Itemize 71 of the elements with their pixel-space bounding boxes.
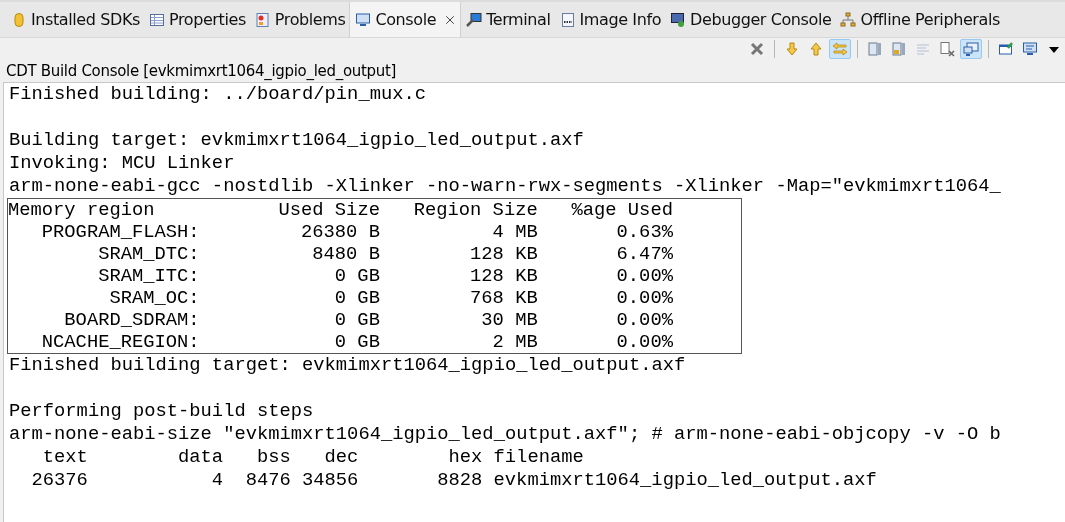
console-line: arm-none-eabi-gcc -nostdlib -Xlinker -no-warn-rwx-segments -Xlinker -Map="evkmimxrt1064_ xyxy=(9,175,1002,198)
table-cell-text: 0 GB xyxy=(333,265,380,287)
table-cell-text: BOARD_SDRAM: xyxy=(63,309,200,331)
table-cell-text: 8828 xyxy=(436,469,483,492)
console-line: Finished building target: evkmimxrt1064_igpio_led_output.axf xyxy=(9,354,687,377)
column-header: hex xyxy=(447,446,483,469)
column-header: filename xyxy=(493,446,584,469)
close-icon[interactable] xyxy=(444,13,457,26)
table-cell-text: 0 GB xyxy=(333,287,380,309)
monitor-icon xyxy=(1022,41,1038,57)
table-cell-text: 8476 xyxy=(244,469,291,492)
table-cell-text: 128 KB xyxy=(469,265,538,287)
table-cell-text: 0.00% xyxy=(615,309,673,331)
console-icon xyxy=(963,41,979,57)
table-cell-text: 26380 B xyxy=(300,221,380,243)
column-header: text xyxy=(41,446,88,469)
table-cell: evkmimxrt1064_igpio_led_output.axf xyxy=(493,469,877,492)
table-cell-text: 4 xyxy=(210,469,224,492)
column-header: bss xyxy=(255,446,291,469)
table-cell-text: PROGRAM_FLASH: xyxy=(40,221,200,243)
table-cell-text: SRAM_DTC: xyxy=(97,243,200,265)
swap-arrows-icon xyxy=(832,41,848,57)
clear-document-icon xyxy=(939,41,955,57)
table-cell-text: 30 MB xyxy=(480,309,538,331)
close-icon xyxy=(749,41,765,57)
table-cell-text: 34856 xyxy=(301,469,359,492)
table-cell-text: 768 KB xyxy=(469,287,538,309)
table-cell-text: 0 GB xyxy=(333,309,380,331)
console-line: Finished building: ../board/pin_mux.c xyxy=(9,83,427,106)
tab[interactable]: Properties xyxy=(143,2,250,37)
table-cell-text: 0.63% xyxy=(615,221,673,243)
table-icon xyxy=(148,11,165,28)
table-cell-text: 128 KB xyxy=(469,243,538,265)
table-cell-text: 0.00% xyxy=(615,331,673,353)
console-title: CDT Build Console [evkmimxrt1064_igpio_led_output] xyxy=(5,61,398,82)
tab[interactable]: Debugger Console xyxy=(665,2,836,37)
table-cell-text: NCACHE_REGION: xyxy=(40,331,200,353)
column-header: Region Size xyxy=(412,199,538,221)
up-arrow-icon xyxy=(808,41,824,57)
table-cell-text: 2 MB xyxy=(491,331,538,353)
column-header: dec xyxy=(323,446,359,469)
console-line: Invoking: MCU Linker xyxy=(9,152,236,175)
console-line: arm-none-eabi-size "evkmimxrt1064_igpio_led_output.axf"; # arm-none-eabi-objcopy -v -O b xyxy=(9,423,1002,446)
column-header: data xyxy=(177,446,224,469)
tab[interactable]: Offline Peripherals xyxy=(835,2,1004,37)
console-line: Performing post-build steps xyxy=(9,400,315,423)
table-cell-text: SRAM_ITC: xyxy=(97,265,200,287)
document-icon xyxy=(254,11,271,28)
table-cell-text: 6.47% xyxy=(615,243,673,265)
tab[interactable]: Terminal xyxy=(461,2,555,37)
monitor-icon xyxy=(670,11,687,28)
column-header: Memory region xyxy=(8,199,156,221)
table-cell-text: 0.00% xyxy=(615,265,673,287)
table-cell-text: 26376 xyxy=(30,469,88,492)
tab[interactable]: Problems xyxy=(249,2,350,37)
monitor-icon xyxy=(355,11,372,28)
document-icon xyxy=(867,41,883,57)
lines-icon xyxy=(915,41,931,57)
hierarchy-icon xyxy=(840,11,857,28)
column-header: Used Size xyxy=(277,199,380,221)
tab[interactable]: Installed SDKs xyxy=(6,2,144,37)
down-arrow-icon xyxy=(784,41,800,57)
table-cell-text: 0 GB xyxy=(333,331,380,353)
table-cell-text: 8480 B xyxy=(311,243,380,265)
table-cell-text: 4 MB xyxy=(491,221,538,243)
tab[interactable]: Console xyxy=(349,2,462,37)
table-cell-text: 0.00% xyxy=(615,287,673,309)
column-header: %age Used xyxy=(570,199,673,221)
tab[interactable]: Image Info xyxy=(554,2,666,37)
table-cell-text: SRAM_OC: xyxy=(108,287,200,309)
console-line: Building target: evkmimxrt1064_igpio_led_output.axf xyxy=(9,129,585,152)
